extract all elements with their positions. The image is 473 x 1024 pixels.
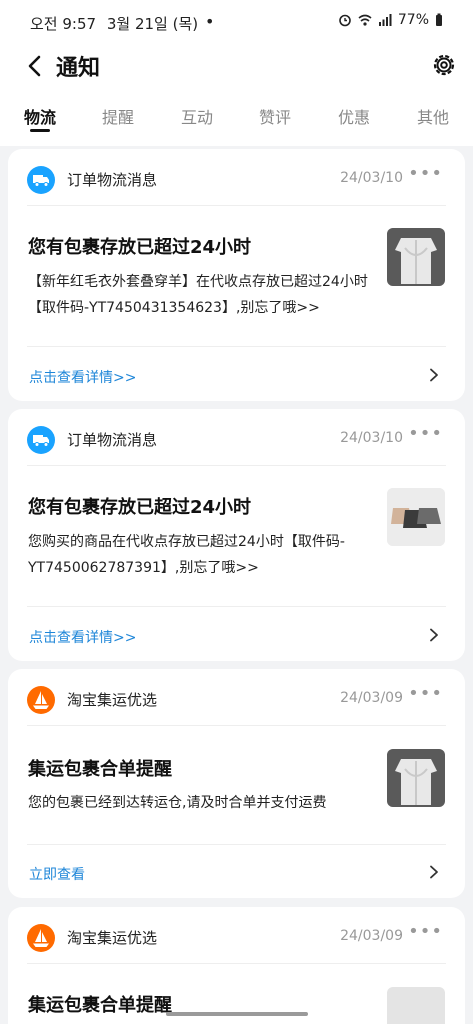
card-header: 淘宝集运优选 24/03/09 •••	[8, 907, 465, 963]
boat-icon	[27, 924, 55, 952]
divider	[27, 725, 446, 726]
home-indicator	[166, 1012, 308, 1016]
back-arrow-icon[interactable]	[22, 52, 50, 80]
card-source: 订单物流消息	[67, 431, 158, 449]
card-title: 集运包裹合单提醒	[28, 759, 172, 780]
category-tabs: 物流 提醒 互动 赞评 优惠 其他	[0, 100, 473, 140]
signal-icon	[378, 14, 392, 26]
status-dot: •	[205, 12, 215, 31]
card-date: 24/03/09	[340, 690, 403, 706]
status-date: 3월 21일 (목)	[106, 15, 199, 33]
gear-icon[interactable]	[429, 50, 459, 80]
tab-offers[interactable]: 优惠	[338, 104, 370, 128]
card-date: 24/03/10	[340, 170, 403, 186]
boat-icon	[27, 686, 55, 714]
product-thumbnail	[387, 488, 445, 546]
more-options-icon[interactable]: •••	[408, 163, 443, 184]
card-source: 淘宝集运优选	[67, 691, 158, 709]
product-thumbnail	[387, 228, 445, 286]
battery-level: 77%	[397, 12, 429, 28]
chevron-right-icon[interactable]	[427, 368, 441, 382]
notification-card[interactable]: 订单物流消息 24/03/10 ••• 您有包裹存放已超过24小时 您购买的商品…	[8, 409, 465, 661]
card-header: 订单物流消息 24/03/10 •••	[8, 149, 465, 205]
truck-icon	[27, 166, 55, 194]
chevron-right-icon[interactable]	[427, 865, 441, 879]
divider	[27, 346, 446, 347]
tab-logistics[interactable]: 物流	[24, 104, 56, 128]
wifi-icon	[358, 14, 372, 26]
card-header: 淘宝集运优选 24/03/09 •••	[8, 669, 465, 725]
card-body: 您的包裹已经到达转运仓,请及时合单并支付运费	[28, 795, 327, 811]
tab-interactions[interactable]: 互动	[181, 104, 213, 128]
top-bar: 오전 9:57 3월 21일 (목) • 77% 通知 物流 提醒 互动 赞评 …	[0, 0, 473, 146]
card-date: 24/03/09	[340, 928, 403, 944]
tab-other[interactable]: 其他	[417, 104, 449, 128]
product-thumbnail	[387, 987, 445, 1024]
card-source: 淘宝集运优选	[67, 929, 158, 947]
product-thumbnail	[387, 749, 445, 807]
status-time: 오전 9:57	[30, 15, 97, 33]
active-tab-indicator	[30, 129, 50, 132]
card-body: 【新年红毛衣外套叠穿羊】在代收点存放已超过24小时【取件码-YT74504313…	[28, 274, 368, 316]
divider	[27, 606, 446, 607]
chevron-right-icon[interactable]	[427, 628, 441, 642]
more-options-icon[interactable]: •••	[408, 921, 443, 942]
divider	[27, 844, 446, 845]
tab-likes-comments[interactable]: 赞评	[259, 104, 291, 128]
card-title: 您有包裹存放已超过24小时	[28, 237, 252, 258]
header: 通知	[0, 44, 473, 88]
card-source: 订单物流消息	[67, 171, 158, 189]
alarm-icon	[339, 14, 351, 27]
truck-icon	[27, 426, 55, 454]
battery-icon	[436, 13, 442, 26]
card-date: 24/03/10	[340, 430, 403, 446]
divider	[27, 205, 446, 206]
more-options-icon[interactable]: •••	[408, 683, 443, 704]
card-header: 订单物流消息 24/03/10 •••	[8, 409, 465, 465]
divider	[27, 963, 446, 964]
view-now-link[interactable]: 立即查看	[29, 864, 85, 884]
page-title: 通知	[56, 56, 101, 81]
notification-card[interactable]: 淘宝集运优选 24/03/09 ••• 集运包裹合单提醒	[8, 907, 465, 1024]
tab-reminders[interactable]: 提醒	[102, 104, 134, 128]
card-body: 您购买的商品在代收点存放已超过24小时【取件码-YT7450062787391】…	[28, 534, 345, 576]
divider	[27, 465, 446, 466]
more-options-icon[interactable]: •••	[408, 423, 443, 444]
view-details-link[interactable]: 点击查看详情>>	[29, 627, 136, 647]
card-title: 您有包裹存放已超过24小时	[28, 497, 252, 518]
view-details-link[interactable]: 点击查看详情>>	[29, 367, 136, 387]
notification-card[interactable]: 淘宝集运优选 24/03/09 ••• 集运包裹合单提醒 您的包裹已经到达转运仓…	[8, 669, 465, 898]
notification-card[interactable]: 订单物流消息 24/03/10 ••• 您有包裹存放已超过24小时 【新年红毛衣…	[8, 149, 465, 401]
status-bar: 오전 9:57 3월 21일 (목) • 77%	[0, 0, 473, 44]
card-title: 集运包裹合单提醒	[28, 995, 172, 1016]
